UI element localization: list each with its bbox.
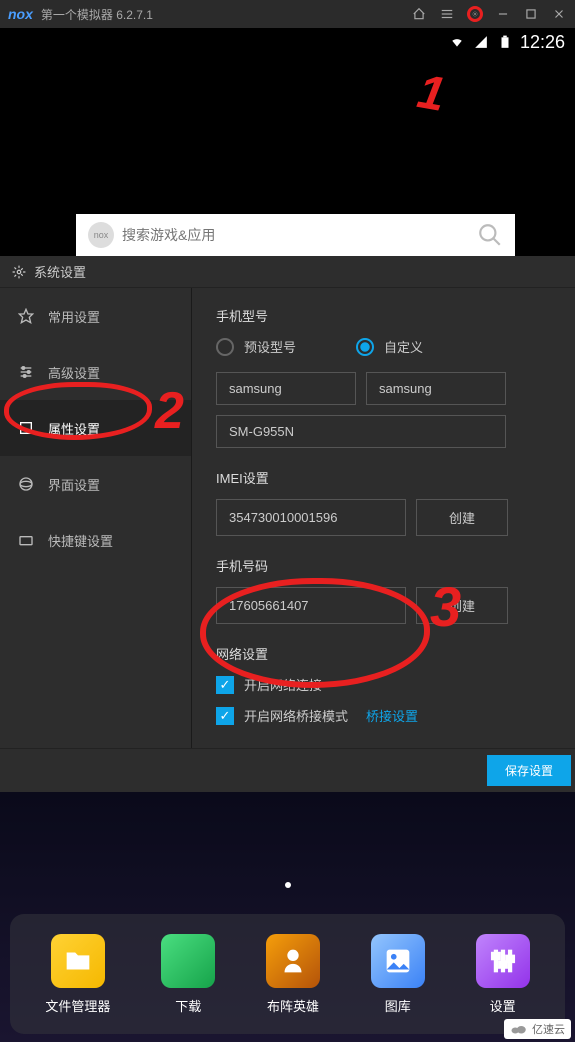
search-bar[interactable]: nox xyxy=(76,214,515,256)
sliders-icon xyxy=(18,364,34,380)
maximize-icon[interactable] xyxy=(523,6,539,22)
app-file-manager[interactable]: 文件管理器 xyxy=(45,934,110,1015)
search-icon[interactable] xyxy=(477,222,503,248)
home-icon[interactable] xyxy=(411,6,427,22)
app-label: 图库 xyxy=(385,996,411,1015)
sidebar-item-label: 属性设置 xyxy=(48,419,100,438)
network-label: 网络设置 xyxy=(216,644,551,663)
app-game-hero[interactable]: 布阵英雄 xyxy=(266,934,320,1015)
minimize-icon[interactable] xyxy=(495,6,511,22)
phone-number-label: 手机号码 xyxy=(216,556,551,575)
radio-preset-label: 预设型号 xyxy=(244,337,296,356)
radio-preset[interactable]: 预设型号 xyxy=(216,337,296,356)
display-icon xyxy=(18,476,34,492)
radio-unchecked-icon xyxy=(216,338,234,356)
annotation-2: 2 xyxy=(155,381,184,441)
wifi-icon xyxy=(448,35,466,49)
nox-search-logo: nox xyxy=(88,222,114,248)
save-settings-button[interactable]: 保存设置 xyxy=(487,755,571,786)
sidebar-item-shortcuts[interactable]: 快捷键设置 xyxy=(0,512,191,568)
folder-icon xyxy=(51,934,105,988)
settings-body: 常用设置 高级设置 属性设置 界面设置 快捷键设置 手机型号 xyxy=(0,288,575,748)
checkbox-checked-icon: ✓ xyxy=(216,707,234,725)
app-label: 文件管理器 xyxy=(45,996,110,1015)
brand-input-2[interactable] xyxy=(366,372,506,405)
download-icon xyxy=(161,934,215,988)
checkbox-network-enable[interactable]: ✓ 开启网络连接 xyxy=(216,675,551,694)
annotation-1: 1 xyxy=(414,64,450,123)
settings-footer: 保存设置 xyxy=(0,748,575,792)
brand-input-1[interactable] xyxy=(216,372,356,405)
close-icon[interactable] xyxy=(551,6,567,22)
settings-dialog: 系统设置 常用设置 高级设置 属性设置 界面设置 快捷键设置 xyxy=(0,256,575,792)
battery-icon xyxy=(496,35,514,49)
search-input[interactable] xyxy=(122,227,477,243)
sidebar-item-general[interactable]: 常用设置 xyxy=(0,288,191,344)
model-input[interactable] xyxy=(216,415,506,448)
app-label: 下载 xyxy=(175,996,201,1015)
annotation-3: 3 xyxy=(430,574,461,639)
sidebar-item-label: 常用设置 xyxy=(48,307,100,326)
gear-icon[interactable] xyxy=(467,6,483,22)
imei-input[interactable] xyxy=(216,499,406,536)
app-gallery[interactable]: 图库 xyxy=(371,934,425,1015)
settings-sidebar: 常用设置 高级设置 属性设置 界面设置 快捷键设置 xyxy=(0,288,192,748)
checkbox-label: 开启网络桥接模式 xyxy=(244,706,348,725)
settings-content: 手机型号 预设型号 自定义 IMEI设置 xyxy=(192,288,575,748)
window-titlebar: nox 第一个模拟器 6.2.7.1 xyxy=(0,0,575,28)
imei-create-button[interactable]: 创建 xyxy=(416,499,508,536)
star-icon xyxy=(18,308,34,324)
app-label: 布阵英雄 xyxy=(267,996,319,1015)
app-logo: nox xyxy=(8,6,33,22)
radio-custom-label: 自定义 xyxy=(384,337,423,356)
gallery-icon xyxy=(371,934,425,988)
radio-custom[interactable]: 自定义 xyxy=(356,337,423,356)
menu-icon[interactable] xyxy=(439,6,455,22)
info-icon xyxy=(18,420,34,436)
app-settings[interactable]: 设置 xyxy=(476,934,530,1015)
signal-icon xyxy=(472,35,490,49)
sidebar-item-label: 快捷键设置 xyxy=(48,531,113,550)
android-home-bottom: 文件管理器 下载 布阵英雄 图库 设置 xyxy=(0,792,575,1042)
sidebar-item-interface[interactable]: 界面设置 xyxy=(0,456,191,512)
settings-title: 系统设置 xyxy=(34,262,86,281)
sidebar-item-label: 界面设置 xyxy=(48,475,100,494)
watermark-text: 亿速云 xyxy=(532,1021,565,1037)
checkbox-bridge-enable[interactable]: ✓ 开启网络桥接模式 桥接设置 xyxy=(216,706,551,725)
keyboard-icon xyxy=(18,532,34,548)
phone-number-input[interactable] xyxy=(216,587,406,624)
game-icon xyxy=(266,934,320,988)
android-home-top: 1 nox xyxy=(0,56,575,256)
clock-time: 12:26 xyxy=(520,32,565,53)
phone-model-label: 手机型号 xyxy=(216,306,551,325)
settings-dialog-header: 系统设置 xyxy=(0,256,575,288)
checkbox-checked-icon: ✓ xyxy=(216,676,234,694)
app-label: 设置 xyxy=(490,996,516,1015)
imei-label: IMEI设置 xyxy=(216,468,551,487)
bridge-settings-link[interactable]: 桥接设置 xyxy=(366,706,418,725)
app-downloads[interactable]: 下载 xyxy=(161,934,215,1015)
gear-icon xyxy=(12,265,26,279)
android-statusbar: 12:26 xyxy=(0,28,575,56)
cloud-icon xyxy=(510,1023,528,1035)
checkbox-label: 开启网络连接 xyxy=(244,675,322,694)
watermark: 亿速云 xyxy=(504,1019,571,1039)
settings-sliders-icon xyxy=(476,934,530,988)
radio-checked-icon xyxy=(356,338,374,356)
app-dock: 文件管理器 下载 布阵英雄 图库 设置 xyxy=(10,914,565,1034)
page-indicator xyxy=(285,882,291,888)
window-title: 第一个模拟器 6.2.7.1 xyxy=(41,6,411,23)
sidebar-item-label: 高级设置 xyxy=(48,363,100,382)
